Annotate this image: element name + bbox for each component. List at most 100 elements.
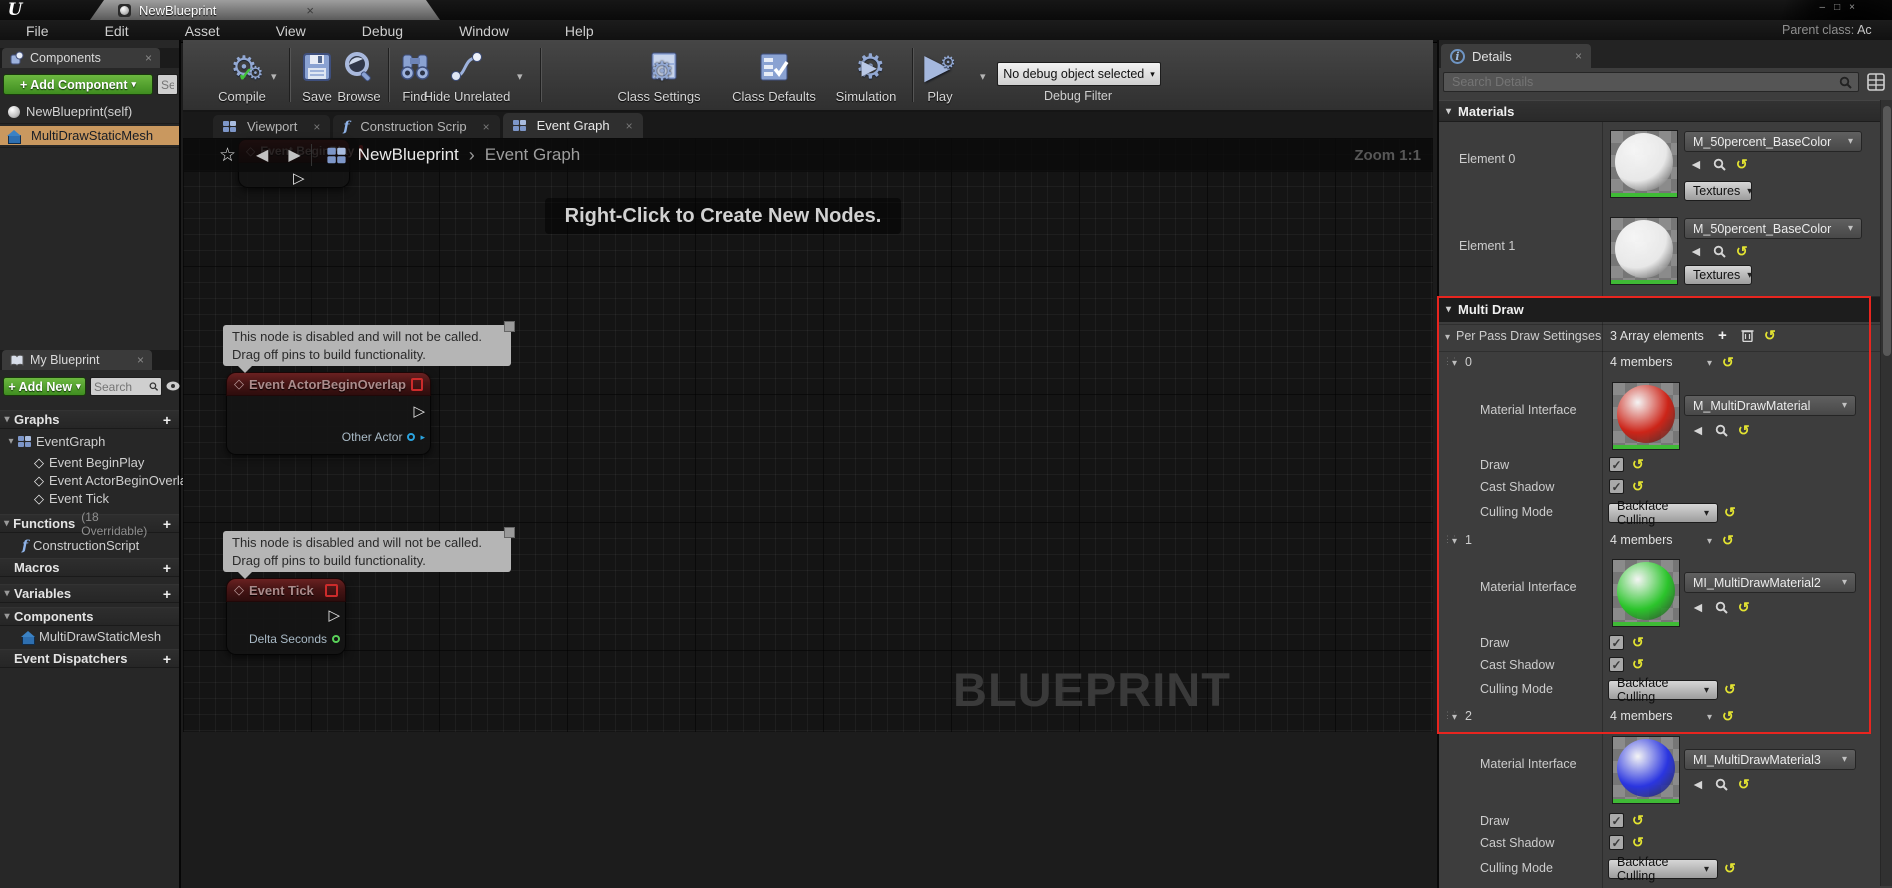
culling-mode-dropdown[interactable]: Backface Culling ▾ bbox=[1608, 676, 1718, 704]
components-search-field[interactable] bbox=[161, 77, 174, 92]
menu-edit[interactable]: Edit bbox=[79, 23, 159, 39]
tree-item-multidrawstaticmesh[interactable]: MultiDrawStaticMesh bbox=[0, 627, 201, 646]
tree-item-event-beginplay[interactable]: ◇ Event BeginPlay bbox=[0, 453, 213, 472]
menu-file[interactable]: File bbox=[0, 23, 79, 39]
scrollbar-thumb[interactable] bbox=[1883, 106, 1891, 356]
float-pin-icon[interactable] bbox=[332, 635, 340, 643]
tab-close-icon[interactable]: × bbox=[137, 353, 144, 367]
caret-down-icon[interactable]: ▾ bbox=[1707, 536, 1712, 547]
collapse-arrow-icon[interactable]: ▾ bbox=[4, 436, 18, 447]
menu-help[interactable]: Help bbox=[539, 23, 624, 39]
collapse-arrow-icon[interactable]: ▾ bbox=[0, 611, 14, 622]
use-selected-asset-icon[interactable]: ◄ bbox=[1691, 777, 1705, 791]
delete-array-icon[interactable] bbox=[1741, 328, 1754, 342]
restore-icon[interactable]: □ bbox=[1834, 2, 1849, 13]
tree-item-constructionscript[interactable]: f ConstructionScript bbox=[0, 536, 201, 555]
play-button[interactable]: ▶ ⚙ Play bbox=[902, 46, 978, 104]
cast-shadow-checkbox[interactable]: ✓ bbox=[1609, 657, 1624, 672]
favorite-star-icon[interactable]: ☆ bbox=[219, 144, 236, 167]
details-scrollbar[interactable] bbox=[1880, 100, 1892, 886]
section-macros[interactable]: ▾ Macros + bbox=[0, 558, 179, 577]
menu-asset[interactable]: Asset bbox=[159, 23, 250, 39]
reset-to-default-icon[interactable]: ↺ bbox=[1632, 835, 1644, 849]
tab-close-icon[interactable]: × bbox=[626, 119, 633, 133]
add-variable-button[interactable]: + bbox=[163, 586, 171, 602]
material-select-dropdown[interactable]: MI_MultiDrawMaterial3 ▾ bbox=[1684, 749, 1856, 770]
tab-close-icon[interactable]: × bbox=[1575, 49, 1582, 63]
breadcrumb-root[interactable]: NewBlueprint bbox=[358, 145, 459, 165]
bubble-pin-icon[interactable] bbox=[504, 527, 515, 538]
use-selected-asset-icon[interactable]: ◄ bbox=[1691, 423, 1705, 437]
reset-to-default-icon[interactable]: ↺ bbox=[1738, 600, 1750, 614]
play-options-caret-icon[interactable]: ▾ bbox=[980, 70, 986, 83]
reset-to-default-icon[interactable]: ↺ bbox=[1722, 709, 1734, 723]
cast-shadow-checkbox[interactable]: ✓ bbox=[1609, 835, 1624, 850]
components-search-input[interactable] bbox=[157, 74, 178, 95]
culling-mode-dropdown[interactable]: Backface Culling ▾ bbox=[1608, 855, 1718, 883]
material-thumbnail[interactable] bbox=[1610, 130, 1678, 198]
hide-unrelated-button[interactable]: Hide Unrelated bbox=[419, 46, 515, 104]
details-search-input[interactable] bbox=[1443, 72, 1859, 92]
browse-to-asset-icon[interactable] bbox=[1715, 424, 1728, 437]
caret-down-icon[interactable]: ▾ bbox=[1707, 712, 1712, 723]
reset-to-default-icon[interactable]: ↺ bbox=[1736, 157, 1748, 171]
my-blueprint-search-field[interactable] bbox=[94, 379, 149, 394]
reset-to-default-icon[interactable]: ↺ bbox=[1632, 813, 1644, 827]
material-select-dropdown[interactable]: M_50percent_BaseColor ▾ bbox=[1684, 131, 1862, 152]
collapse-arrow-icon[interactable]: ▾ bbox=[0, 588, 14, 599]
add-macro-button[interactable]: + bbox=[163, 560, 171, 576]
section-components[interactable]: ▾ Components bbox=[0, 607, 179, 626]
use-selected-asset-icon[interactable]: ◄ bbox=[1691, 600, 1705, 614]
cast-shadow-checkbox[interactable]: ✓ bbox=[1609, 479, 1624, 494]
window-controls[interactable]: –□× bbox=[1820, 2, 1864, 13]
draw-checkbox[interactable]: ✓ bbox=[1609, 813, 1624, 828]
reset-to-default-icon[interactable]: ↺ bbox=[1724, 682, 1736, 696]
section-graphs[interactable]: ▾ Graphs + bbox=[0, 410, 179, 429]
section-functions[interactable]: ▾ Functions (18 Overridable) + bbox=[0, 510, 179, 538]
compile-button[interactable]: ⚙ ⚙ ✓ Compile bbox=[204, 46, 280, 105]
add-function-button[interactable]: + bbox=[163, 516, 171, 532]
textures-dropdown[interactable]: Textures ▾ bbox=[1684, 181, 1752, 201]
culling-mode-dropdown[interactable]: Backface Culling ▾ bbox=[1608, 499, 1718, 527]
menu-window[interactable]: Window bbox=[433, 23, 539, 39]
collapse-arrow-icon[interactable]: ▾ bbox=[1452, 712, 1457, 723]
material-thumbnail[interactable] bbox=[1610, 217, 1678, 285]
collapse-arrow-icon[interactable]: ▾ bbox=[1445, 332, 1450, 343]
draw-checkbox[interactable]: ✓ bbox=[1609, 457, 1624, 472]
section-multi-draw[interactable]: ▾ Multi Draw bbox=[1439, 296, 1892, 322]
pin-other-actor[interactable]: Other Actor ▸ bbox=[342, 430, 425, 444]
class-defaults-button[interactable]: Class Defaults bbox=[726, 46, 822, 104]
reset-to-default-icon[interactable]: ↺ bbox=[1724, 861, 1736, 875]
nav-forward-icon[interactable]: ▶ bbox=[288, 145, 300, 165]
section-materials[interactable]: ▾ Materials bbox=[1439, 100, 1892, 122]
graph-canvas[interactable]: ◇ Event BeginPlay ▷ ☆ ◀ ▶ NewBlueprint ›… bbox=[183, 138, 1433, 732]
textures-dropdown[interactable]: Textures ▾ bbox=[1684, 265, 1752, 285]
section-variables[interactable]: ▾ Variables + bbox=[0, 584, 179, 603]
exec-pin-icon[interactable]: ▷ bbox=[413, 402, 425, 420]
tree-item-event-actorbeginoverlap[interactable]: ◇ Event ActorBeginOverlap bbox=[0, 471, 213, 490]
section-event-dispatchers[interactable]: ▾ Event Dispatchers + bbox=[0, 649, 179, 668]
display-options-icon[interactable] bbox=[1867, 73, 1885, 91]
add-new-button[interactable]: + Add New ▾ bbox=[3, 377, 86, 396]
browse-to-asset-icon[interactable] bbox=[1715, 778, 1728, 791]
material-select-dropdown[interactable]: M_MultiDrawMaterial ▾ bbox=[1684, 395, 1856, 416]
add-event-dispatcher-button[interactable]: + bbox=[163, 651, 171, 667]
reset-to-default-icon[interactable]: ↺ bbox=[1738, 777, 1750, 791]
document-tab-close-icon[interactable]: × bbox=[306, 3, 314, 18]
tab-my-blueprint[interactable]: My Blueprint × bbox=[2, 350, 152, 370]
tab-details[interactable]: i Details × bbox=[1441, 44, 1591, 68]
exec-pin-icon[interactable]: ▷ bbox=[328, 606, 340, 624]
debug-object-dropdown[interactable]: No debug object selected ▾ bbox=[997, 62, 1161, 86]
material-thumbnail[interactable] bbox=[1612, 736, 1680, 804]
document-tab-newblueprint[interactable]: NewBlueprint × bbox=[90, 0, 440, 20]
collapse-arrow-icon[interactable]: ▾ bbox=[0, 414, 14, 425]
minimize-icon[interactable]: – bbox=[1820, 2, 1835, 13]
tab-event-graph[interactable]: Event Graph × bbox=[502, 113, 643, 138]
material-select-dropdown[interactable]: MI_MultiDrawMaterial2 ▾ bbox=[1684, 572, 1856, 593]
reset-to-default-icon[interactable]: ↺ bbox=[1724, 505, 1736, 519]
reset-to-default-icon[interactable]: ↺ bbox=[1632, 479, 1644, 493]
reset-to-default-icon[interactable]: ↺ bbox=[1722, 533, 1734, 547]
menu-view[interactable]: View bbox=[250, 23, 336, 39]
details-search-field[interactable] bbox=[1450, 74, 1839, 90]
add-graph-button[interactable]: + bbox=[163, 412, 171, 428]
